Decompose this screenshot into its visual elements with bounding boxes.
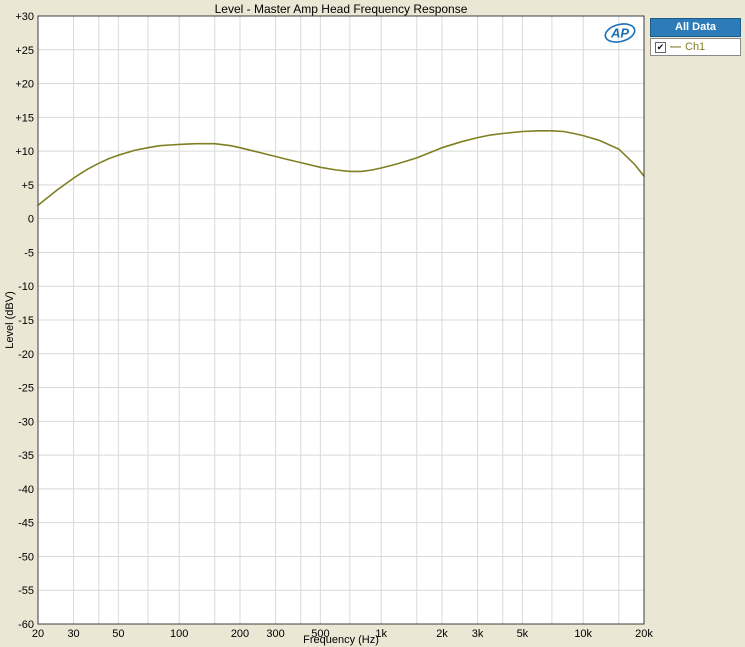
app-window: Level - Master Amp Head Frequency Respon… [0,0,745,647]
y-tick-label: -40 [18,484,34,496]
frequency-response-chart: +30 +25 +20 +15 +10 +5 0 -5 -10 -15 -20 -25 -30 -35 -4… [0,0,745,647]
y-tick-label: +10 [15,146,34,158]
y-tick-label: -5 [24,247,34,259]
legend-item-ch1[interactable]: ✔ — Ch1 [650,38,741,56]
ap-logo: AP [603,21,639,51]
y-tick-label: +5 [21,180,34,192]
y-tick-label: +25 [15,45,34,57]
ch1-label: Ch1 [685,41,705,53]
y-tick-label: 0 [28,214,34,226]
ch1-line-sample-icon: — [670,41,681,53]
y-tick-label: +20 [15,79,34,91]
x-tick-label: 2k [436,628,448,640]
x-tick-label: 20 [32,628,44,640]
check-icon: ✔ [657,42,665,52]
legend-header: All Data [650,18,741,37]
x-tick-label: 300 [266,628,284,640]
ch1-checkbox[interactable]: ✔ [655,42,666,53]
y-tick-label: -20 [18,349,34,361]
y-tick-label: -45 [18,518,34,530]
y-tick-label: -10 [18,281,34,293]
x-tick-label: 5k [517,628,529,640]
x-tick-label: 500 [311,628,329,640]
x-tick-label: 3k [472,628,484,640]
x-tick-label: 50 [112,628,124,640]
legend-panel: All Data ✔ — Ch1 [650,18,741,56]
x-tick-label: 200 [231,628,249,640]
y-tick-label: +15 [15,112,34,124]
y-tick-label: -30 [18,416,34,428]
ap-logo-text: AP [610,26,629,41]
ap-logo-graphic: AP [603,21,639,46]
y-tick-label: +30 [15,11,34,23]
y-tick-label: -35 [18,450,34,462]
x-tick-label: 20k [635,628,653,640]
y-tick-label: -55 [18,585,34,597]
x-tick-label: 30 [67,628,79,640]
y-tick-label: -15 [18,315,34,327]
y-tick-label: -25 [18,383,34,395]
x-tick-label: 1k [375,628,387,640]
y-tick-label: -50 [18,551,34,563]
x-tick-label: 100 [170,628,188,640]
x-tick-label: 10k [574,628,592,640]
